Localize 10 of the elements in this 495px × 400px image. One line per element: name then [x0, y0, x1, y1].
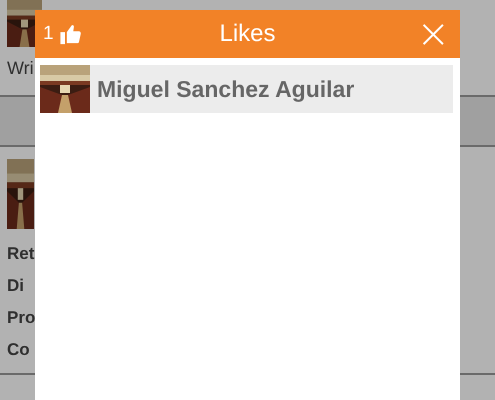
- comment-text: Wri: [7, 58, 34, 79]
- field-label: Di: [7, 275, 24, 297]
- user-row[interactable]: Miguel Sanchez Aguilar: [40, 65, 453, 113]
- dialog-title: Likes: [219, 20, 276, 48]
- close-button[interactable]: ×: [412, 16, 454, 52]
- thumbs-up-icon: [58, 23, 82, 45]
- field-label: Co: [7, 339, 30, 361]
- field-label: Pro: [7, 307, 36, 329]
- like-count: 1: [43, 23, 54, 45]
- field-label: Ret: [7, 243, 34, 265]
